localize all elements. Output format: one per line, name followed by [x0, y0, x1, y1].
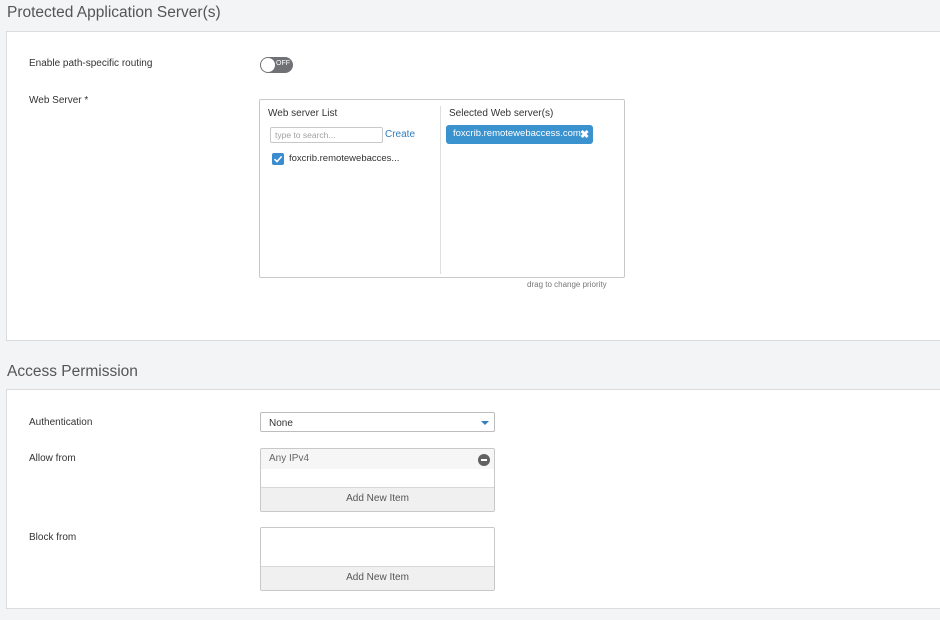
block-from-list: Add New Item	[260, 527, 495, 591]
protected-servers-panel: Enable path-specific routing OFF Web Ser…	[6, 31, 940, 341]
authentication-select[interactable]: None	[260, 412, 495, 432]
web-server-list-header: Web server List	[268, 108, 338, 119]
block-add-new-item-button[interactable]: Add New Item	[261, 566, 494, 590]
close-icon[interactable]: ✖	[580, 128, 589, 141]
drag-priority-hint: drag to change priority	[527, 280, 607, 289]
chevron-down-icon	[481, 421, 489, 425]
selected-web-server-chip[interactable]: foxcrib.remotewebaccess.com ✖	[446, 125, 593, 144]
access-permission-panel: Authentication None Allow from Any IPv4 …	[6, 389, 940, 609]
allow-from-item: Any IPv4	[261, 449, 494, 469]
allow-from-label: Allow from	[29, 453, 76, 464]
web-server-checkbox[interactable]	[272, 153, 284, 165]
web-server-picker: Web server List Create foxcrib.remoteweb…	[259, 99, 625, 278]
path-routing-toggle[interactable]: OFF	[260, 57, 293, 73]
authentication-value: None	[269, 418, 293, 429]
create-web-server-link[interactable]: Create	[385, 129, 415, 140]
toggle-state-text: OFF	[276, 60, 290, 67]
block-from-label: Block from	[29, 532, 77, 543]
selected-web-server-label: foxcrib.remotewebaccess.com	[453, 128, 581, 139]
web-server-list-item[interactable]: foxcrib.remotewebacces...	[289, 153, 399, 164]
allow-from-list: Any IPv4 Add New Item	[260, 448, 495, 512]
check-icon	[273, 155, 283, 163]
picker-divider	[440, 106, 441, 274]
remove-icon[interactable]	[478, 454, 490, 466]
web-server-search-input[interactable]	[270, 127, 383, 143]
path-routing-label: Enable path-specific routing	[29, 58, 153, 69]
access-permission-title: Access Permission	[7, 363, 138, 380]
toggle-knob	[261, 58, 275, 72]
allow-from-item-label: Any IPv4	[269, 453, 310, 464]
selected-web-servers-header: Selected Web server(s)	[449, 108, 554, 119]
protected-servers-title: Protected Application Server(s)	[7, 4, 221, 21]
web-server-label: Web Server *	[29, 95, 89, 106]
authentication-label: Authentication	[29, 417, 93, 428]
allow-add-new-item-button[interactable]: Add New Item	[261, 487, 494, 511]
